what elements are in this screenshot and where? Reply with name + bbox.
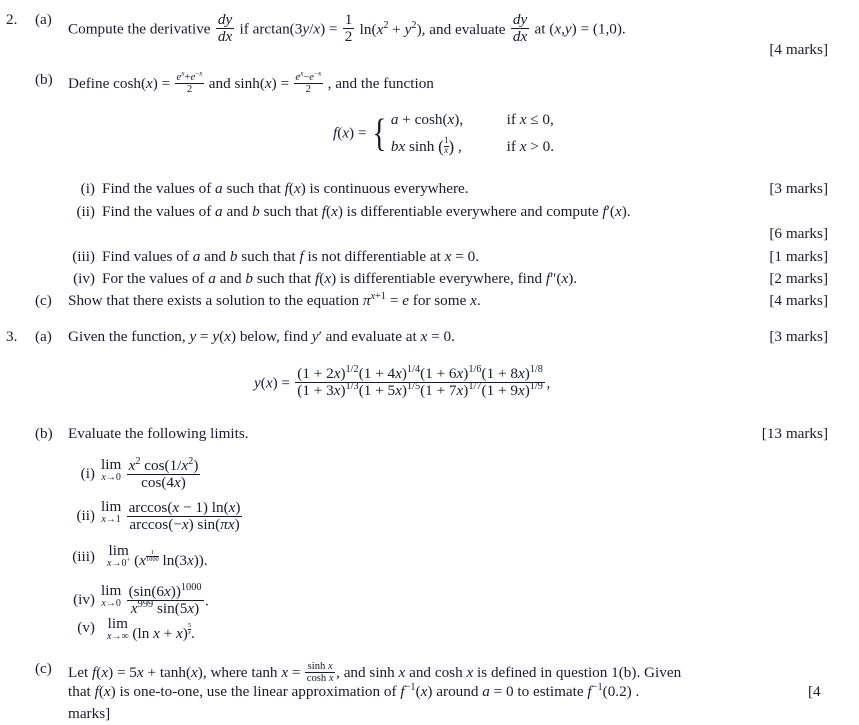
lim-operator-ii: lim x→1 <box>101 498 122 526</box>
text-compute-derivative: Compute the derivative <box>68 20 211 38</box>
formula-one-half: 12 <box>342 11 355 46</box>
subpart-2bi-text: Find the values of a such that f(x) is c… <box>102 180 469 197</box>
question-number-3: 3. <box>6 328 18 345</box>
limit-label-i: (i) <box>80 465 95 482</box>
lim-approach-v: x→∞ <box>107 631 129 643</box>
limit-i-numerator: x2 cos(1/x2) <box>128 455 199 474</box>
limit-label-v: (v) <box>77 619 95 636</box>
text-define-cosh: Define cosh(x) = <box>68 75 171 93</box>
part-3c-marks-start: [4 <box>808 683 821 700</box>
limit-label-ii: (ii) <box>76 507 95 524</box>
limit-expression-v: lim x→∞ (ln x + x) 5 x. <box>107 616 195 642</box>
lim-approach-iii: x→0+ <box>107 556 131 570</box>
marks-3b: [13 marks] <box>761 425 828 442</box>
subpart-label-2biii: (iii) <box>72 248 95 265</box>
formula-numerator: (1 + 2x)1/2(1 + 4x)1/4(1 + 6x)1/6(1 + 8x… <box>297 363 543 382</box>
formula-tanh-def: sinh x cosh x <box>305 661 336 685</box>
case-row-2: bx sinh (1 x) , if x > 0. <box>391 133 554 161</box>
formula-trailing-comma: , <box>546 374 551 392</box>
lim-approach-i: x→0 <box>101 472 121 484</box>
formula-sinh-def: ex−e−x 2 <box>293 69 323 96</box>
formula-denominator: (1 + 3x)1/3(1 + 5x)1/5(1 + 7x)1/7(1 + 9x… <box>295 381 545 400</box>
marks-3a: [3 marks] <box>769 328 828 345</box>
limit-iv-trailing: . <box>205 592 209 610</box>
lim-operator-v: lim x→∞ <box>107 615 129 643</box>
formula-dy-dx-1: dy dx <box>215 11 235 46</box>
part-label-2c: (c) <box>35 292 52 309</box>
question-number-2: 2. <box>6 11 18 28</box>
marks-2c: [4 marks] <box>769 292 828 309</box>
limit-iii-body: (x 1 1000 ln(3x)). <box>134 548 208 570</box>
marks-2biii: [1 marks] <box>769 248 828 265</box>
case-1-condition: if x ≤ 0, <box>506 111 554 128</box>
case-2-value: bx sinh (1 x) , <box>390 136 462 157</box>
marks-2a: [4 marks] <box>769 41 828 58</box>
limit-expression-ii: lim x→1 arccos(x − 1) ln(x) arccos(−x) si… <box>101 499 244 534</box>
case-1-value: a + cosh(x), <box>390 111 464 128</box>
part-2b-text: Define cosh(x) = ex+e−x 2 and sinh(x) = e… <box>68 69 434 96</box>
case-2-condition: if x > 0. <box>506 137 555 155</box>
limit-expression-i: lim x→0 x2 cos(1/x2) cos(4x) <box>101 455 202 492</box>
limit-label-iv: (iv) <box>73 591 95 608</box>
lim-operator-iii: lim x→0+ <box>107 542 131 570</box>
piecewise-function-definition: f(x) = { a + cosh(x), if x ≤ 0, bx sinh … <box>333 108 554 160</box>
text-ln-expr: ln(x2 + y2), and evaluate <box>359 19 506 38</box>
limit-expression-iii: lim x→0+ (x 1 1000 ln(3x)). <box>107 543 208 569</box>
marks-2bi: [3 marks] <box>769 180 828 197</box>
lim-operator-iv: lim x→0 <box>101 582 122 610</box>
formula-big-fraction: (1 + 2x)1/2(1 + 4x)1/4(1 + 6x)1/6(1 + 8x… <box>295 363 545 400</box>
formula-lhs-yx: y(x) = <box>254 374 290 392</box>
part-3b-text: Evaluate the following limits. <box>68 425 249 442</box>
limit-ii-numerator: arccos(x − 1) ln(x) <box>128 498 241 516</box>
part-3c-line2: that f(x) is one-to-one, use the linear … <box>68 681 640 700</box>
marks-2biv: [2 marks] <box>769 270 828 287</box>
limit-ii-fraction: arccos(x − 1) ln(x) arccos(−x) sin(πx) <box>126 498 243 534</box>
marks-2bii: [6 marks] <box>769 225 828 242</box>
part-label-2a: (a) <box>35 11 52 28</box>
part-label-3b: (b) <box>35 425 53 442</box>
subpart-2biv-text: For the values of a and b such that f(x)… <box>102 270 578 287</box>
subpart-2bii-text: Find the values of a and b such that f(x… <box>102 203 631 220</box>
part-2c-text: Show that there exists a solution to the… <box>68 290 481 309</box>
exam-page: 2. (a) Compute the derivative dy dx if ar… <box>0 0 859 725</box>
formula-cosh-def: ex+e−x 2 <box>175 69 204 96</box>
part-3c-line1: Let f(x) = 5x + tanh(x), where tanh x = … <box>68 661 682 685</box>
limit-i-denominator: cos(4x) <box>126 474 201 491</box>
limit-ii-denominator: arccos(−x) sin(πx) <box>126 516 243 533</box>
part-2a-text: Compute the derivative dy dx if arctan(3y… <box>68 11 626 46</box>
limit-v-body: (ln x + x) 5 x. <box>132 621 195 643</box>
formula-y-of-x: y(x) = (1 + 2x)1/2(1 + 4x)1/4(1 + 6x)1/6… <box>254 363 551 400</box>
subpart-label-2bii: (ii) <box>76 203 95 220</box>
part-label-3c: (c) <box>35 660 52 677</box>
limit-i-fraction: x2 cos(1/x2) cos(4x) <box>126 455 201 492</box>
part-label-3a: (a) <box>35 328 52 345</box>
cases-group: { a + cosh(x), if x ≤ 0, bx sinh (1 x) , … <box>370 108 554 160</box>
lim-approach-iv: x→0 <box>101 598 121 610</box>
limit-expression-iv: lim x→0 (sin(6x))1000 x999 sin(5x) . <box>101 581 209 618</box>
subpart-label-2biv: (iv) <box>73 270 95 287</box>
lim-operator-i: lim x→0 <box>101 456 122 484</box>
subpart-2biii-text: Find values of a and b such that f is no… <box>102 248 479 265</box>
lim-approach-ii: x→1 <box>101 514 121 526</box>
part-3c-line3: marks] <box>68 705 111 722</box>
text-if-arctan: if arctan(3y/x) = <box>239 20 338 38</box>
formula-dy-dx-2: dy dx <box>510 11 530 46</box>
subpart-label-2bi: (i) <box>80 180 95 197</box>
case-row-1: a + cosh(x), if x ≤ 0, <box>391 108 554 133</box>
text-and-the-function: , and the function <box>327 75 434 93</box>
text-and-sinh: and sinh(x) = <box>208 75 290 93</box>
part-label-2b: (b) <box>35 71 53 88</box>
limit-iv-numerator: (sin(6x))1000 <box>128 581 202 600</box>
limit-iv-fraction: (sin(6x))1000 x999 sin(5x) <box>126 581 204 618</box>
function-name-fx: f(x) = <box>333 124 367 142</box>
part-3a-text: Given the function, y = y(x) below, find… <box>68 328 455 345</box>
limit-label-iii: (iii) <box>72 548 95 565</box>
left-brace: { <box>372 111 387 155</box>
text-at-point: at (x,y) = (1,0). <box>534 20 626 38</box>
